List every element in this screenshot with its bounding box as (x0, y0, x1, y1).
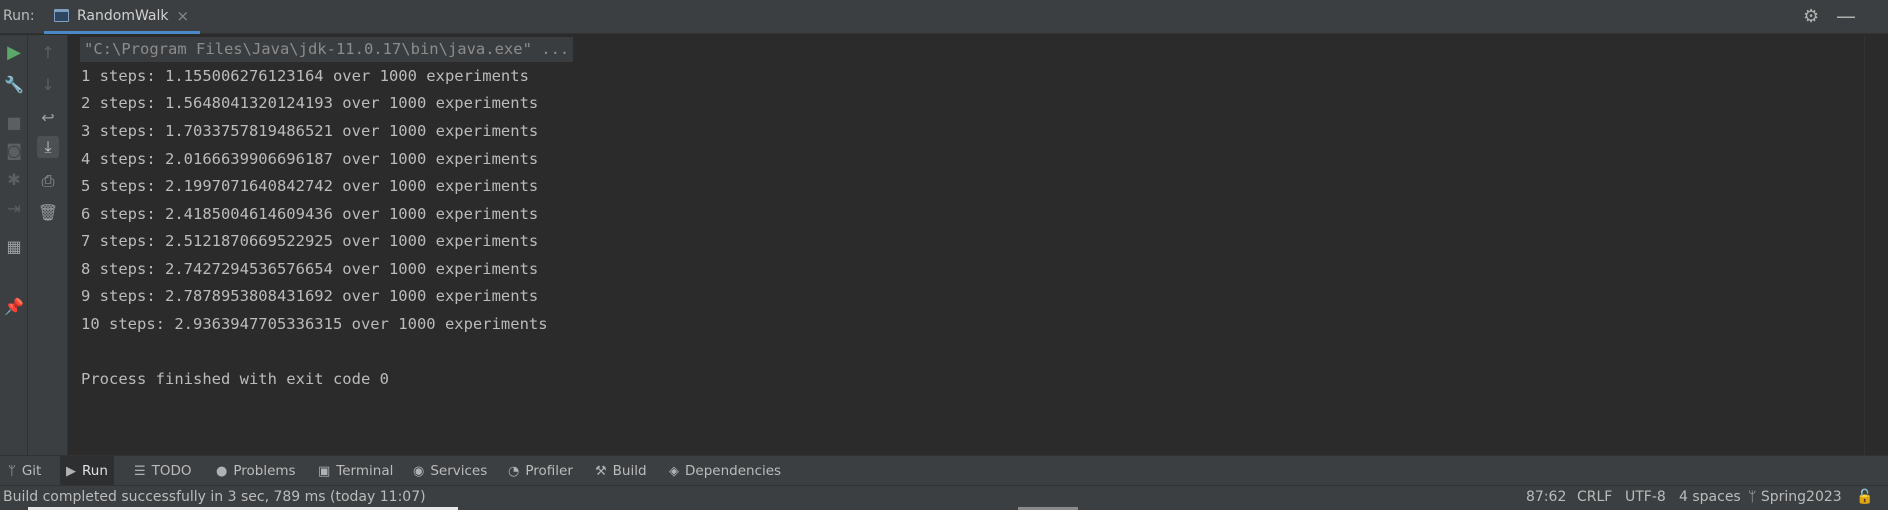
hammer-icon: ⚒ (595, 463, 607, 479)
tab-dependencies[interactable]: ◈ Dependencies (663, 456, 787, 486)
output-line: 2 steps: 1.5648041320124193 over 1000 ex… (81, 94, 539, 112)
output-line: 3 steps: 1.7033757819486521 over 1000 ex… (81, 122, 539, 140)
output-line: 4 steps: 2.0166639906696187 over 1000 ex… (81, 150, 539, 168)
git-branch-icon: ᛘ (8, 463, 16, 479)
exit-icon[interactable]: ⇥ (3, 197, 25, 219)
tab-terminal[interactable]: ▣ Terminal (312, 456, 399, 486)
indent-setting[interactable]: 4 spaces (1679, 489, 1741, 505)
tab-randomwalk[interactable]: RandomWalk × (44, 0, 200, 34)
file-encoding[interactable]: UTF-8 (1625, 489, 1666, 505)
run-toolbar: ▶ 🔧 ■ ◙ ✱ ⇥ ▦ 📌 (0, 35, 28, 455)
terminal-icon: ▣ (318, 463, 331, 479)
tab-label: Profiler (525, 463, 573, 479)
tab-profiler[interactable]: ◔ Profiler (502, 456, 579, 486)
services-icon: ◉ (413, 463, 425, 479)
tab-build[interactable]: ⚒ Build (589, 456, 653, 486)
layout-icon[interactable]: ▦ (3, 235, 25, 257)
scroll-to-end-icon[interactable]: ⤓ (37, 136, 59, 158)
output-line: 5 steps: 2.1997071640842742 over 1000 ex… (81, 177, 539, 195)
branch-name: Spring2023 (1760, 489, 1842, 505)
list-icon: ☰ (134, 463, 146, 479)
java-command-line[interactable]: "C:\Program Files\Java\jdk-11.0.17\bin\j… (80, 37, 574, 62)
run-label: Run: (3, 8, 35, 24)
output-line: 10 steps: 2.9363947705336315 over 1000 e… (81, 315, 548, 333)
tool-window-bar: ᛘ Git ▶ Run ☰ TODO ● Problems ▣ Terminal… (0, 455, 1888, 486)
status-message[interactable]: Build completed successfully in 3 sec, 7… (3, 489, 426, 505)
run-config-icon (54, 9, 69, 22)
problems-icon: ● (216, 463, 228, 479)
arrow-down-icon[interactable]: ↓ (37, 73, 59, 95)
gear-icon[interactable]: ⚙ (1803, 6, 1819, 27)
dependencies-icon: ◈ (669, 463, 679, 479)
tab-label: RandomWalk (77, 7, 169, 24)
soft-wrap-icon[interactable]: ↩ (37, 106, 59, 128)
trash-icon[interactable]: 🗑 (37, 201, 59, 223)
tab-label: Run (82, 463, 108, 479)
stop-icon[interactable]: ■ (3, 111, 25, 133)
tab-label: TODO (151, 463, 192, 479)
output-line: 8 steps: 2.7427294536576654 over 1000 ex… (81, 260, 539, 278)
git-branch[interactable]: ᛘ Spring2023 (1748, 489, 1842, 505)
output-line: 9 steps: 2.7878953808431692 over 1000 ex… (81, 287, 539, 305)
tab-label: Problems (233, 463, 296, 479)
wrench-icon[interactable]: 🔧 (3, 73, 25, 95)
close-icon[interactable]: × (177, 7, 190, 25)
minimize-icon[interactable]: — (1836, 4, 1856, 28)
git-branch-icon: ᛘ (1748, 489, 1757, 505)
output-line: 6 steps: 2.4185004614609436 over 1000 ex… (81, 205, 539, 223)
run-tool-window-header: Run: RandomWalk × ⚙ — (0, 0, 1888, 34)
lock-icon[interactable]: 🔓 (1856, 489, 1873, 505)
tab-label: Dependencies (685, 463, 782, 479)
tab-label: Services (430, 463, 488, 479)
tab-label: Build (612, 463, 647, 479)
tab-services[interactable]: ◉ Services (407, 456, 493, 486)
print-icon[interactable]: ⎙ (37, 170, 59, 192)
profiler-icon: ◔ (508, 463, 520, 479)
tab-label: Git (21, 463, 42, 479)
rerun-icon[interactable]: ▶ (3, 41, 25, 63)
camera-icon[interactable]: ◙ (3, 139, 25, 161)
tab-git[interactable]: ᛘ Git (2, 456, 47, 486)
tab-problems[interactable]: ● Problems (210, 456, 302, 486)
console-toolbar: ↑ ↓ ↩ ⤓ ⎙ 🗑 (28, 35, 68, 455)
output-line: 1 steps: 1.155006276123164 over 1000 exp… (81, 67, 529, 85)
caret-position[interactable]: 87:62 (1526, 489, 1566, 505)
scrollbar-gutter (1864, 35, 1888, 455)
arrow-up-icon[interactable]: ↑ (37, 41, 59, 63)
console-output[interactable]: "C:\Program Files\Java\jdk-11.0.17\bin\j… (68, 35, 1864, 455)
output-line: 7 steps: 2.5121870669522925 over 1000 ex… (81, 232, 539, 250)
exit-message: Process finished with exit code 0 (81, 370, 389, 388)
pin-icon[interactable]: 📌 (3, 295, 25, 317)
line-separator[interactable]: CRLF (1577, 489, 1612, 505)
debug-icon[interactable]: ✱ (3, 168, 25, 190)
tab-label: Terminal (336, 463, 394, 479)
run-icon: ▶ (66, 463, 76, 479)
tab-todo[interactable]: ☰ TODO (128, 456, 198, 486)
tab-run[interactable]: ▶ Run (60, 456, 114, 486)
